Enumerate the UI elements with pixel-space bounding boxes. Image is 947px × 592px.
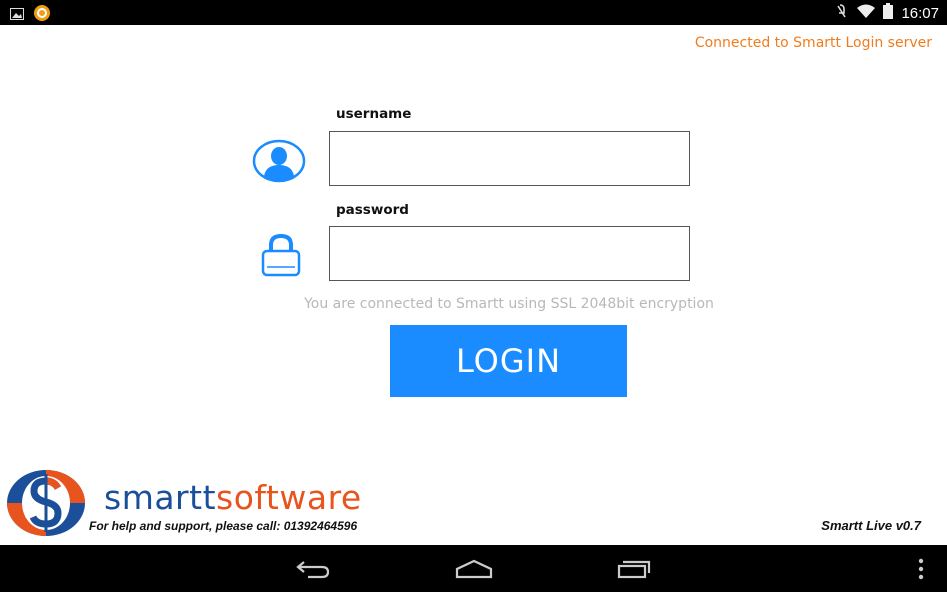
navigation-bar <box>0 545 947 592</box>
overflow-menu-icon[interactable] <box>917 558 925 585</box>
connection-status: Connected to Smartt Login server <box>694 35 932 51</box>
recent-apps-icon[interactable] <box>617 559 651 584</box>
password-input[interactable] <box>329 226 690 281</box>
smartt-logo <box>6 468 86 543</box>
app-notification-icon <box>34 5 50 26</box>
username-input[interactable] <box>329 131 690 186</box>
gallery-icon <box>10 7 24 25</box>
mute-icon <box>835 3 849 24</box>
support-text: For help and support, please call: 01392… <box>89 519 358 533</box>
user-icon <box>252 139 306 188</box>
password-label: password <box>336 202 409 218</box>
wifi-icon <box>857 4 876 23</box>
brand-name-part1: smartt <box>104 478 217 517</box>
battery-icon <box>883 3 894 24</box>
back-icon[interactable] <box>296 558 330 585</box>
lock-icon <box>261 233 301 282</box>
status-bar: 16:07 <box>0 0 947 25</box>
brand-name: smarttsoftware <box>104 478 362 518</box>
brand-name-part2: software <box>216 478 362 517</box>
username-label: username <box>336 106 412 122</box>
home-icon[interactable] <box>455 559 493 584</box>
version-label: Smartt Live v0.7 <box>821 518 921 533</box>
ssl-note: You are connected to Smartt using SSL 20… <box>304 296 714 312</box>
login-button[interactable]: LOGIN <box>390 325 627 397</box>
status-time: 16:07 <box>901 4 939 22</box>
